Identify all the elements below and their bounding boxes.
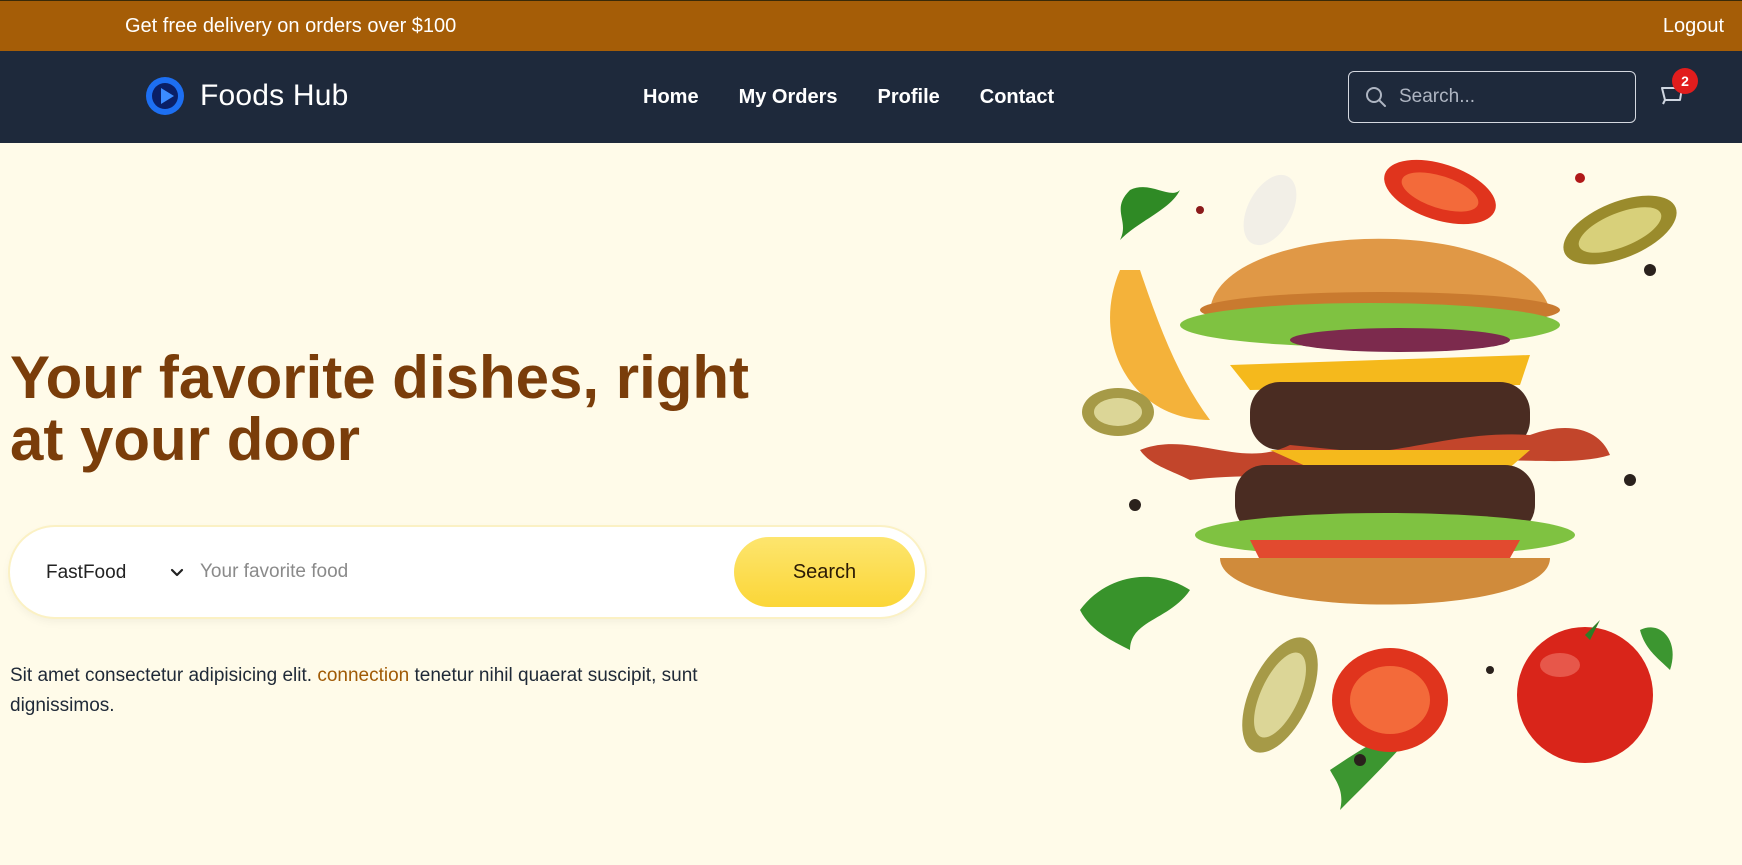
hero-title: Your favorite dishes, right at your door xyxy=(10,344,750,473)
hero-description: Sit amet consectetur adipisicing elit. c… xyxy=(10,661,770,721)
category-select[interactable]: FastFood xyxy=(46,562,184,584)
cart-count-badge: 2 xyxy=(1672,68,1698,94)
pepper-speck xyxy=(1196,206,1204,214)
tomato-half xyxy=(1332,648,1448,752)
pepper-speck xyxy=(1486,666,1494,674)
nav-profile[interactable]: Profile xyxy=(878,86,940,109)
parsley-left xyxy=(1080,576,1190,650)
connection-link[interactable]: connection xyxy=(317,665,409,686)
play-logo-icon xyxy=(146,77,184,115)
garlic-clove xyxy=(1243,174,1297,246)
pepper-speck xyxy=(1354,754,1366,766)
logout-link[interactable]: Logout xyxy=(1663,15,1724,38)
search-icon xyxy=(1366,87,1386,107)
parsley-top-left xyxy=(1120,187,1180,240)
header-search-input[interactable] xyxy=(1399,86,1619,108)
header-search xyxy=(1348,71,1636,123)
pickle-bottom xyxy=(1242,637,1318,753)
nav-my-orders[interactable]: My Orders xyxy=(739,86,838,109)
pepper-speck xyxy=(1575,173,1585,183)
tomato-slice-top xyxy=(1384,159,1496,225)
promo-bar: Get free delivery on orders over $100 Lo… xyxy=(0,0,1742,51)
pickle-top-right xyxy=(1563,195,1677,265)
brand[interactable]: Foods Hub xyxy=(145,76,349,116)
hero-text-part1: Sit amet consectetur adipisicing elit. xyxy=(10,665,318,686)
category-selected-value: FastFood xyxy=(46,562,127,583)
burger-hero-image xyxy=(1080,159,1677,810)
chevron-down-icon xyxy=(171,568,184,577)
pickle-left xyxy=(1082,388,1154,436)
tomato-whole xyxy=(1517,620,1653,763)
food-search-bar: FastFood Search xyxy=(10,527,925,617)
burger xyxy=(1140,238,1610,605)
pepper-speck xyxy=(1644,264,1656,276)
brand-name: Foods Hub xyxy=(200,79,349,112)
search-button[interactable]: Search xyxy=(734,537,915,607)
nav-contact[interactable]: Contact xyxy=(980,86,1054,109)
main-navbar: Foods Hub Home My Orders Profile Contact… xyxy=(0,51,1742,143)
nav-links: Home My Orders Profile Contact xyxy=(643,86,1094,109)
cart-button[interactable]: 2 xyxy=(1657,68,1698,109)
free-delivery-text: Get free delivery on orders over $100 xyxy=(125,15,457,37)
nav-home[interactable]: Home xyxy=(643,86,699,109)
pepper-speck xyxy=(1624,474,1636,486)
food-search-input[interactable] xyxy=(200,554,720,590)
pepper-speck xyxy=(1129,499,1141,511)
